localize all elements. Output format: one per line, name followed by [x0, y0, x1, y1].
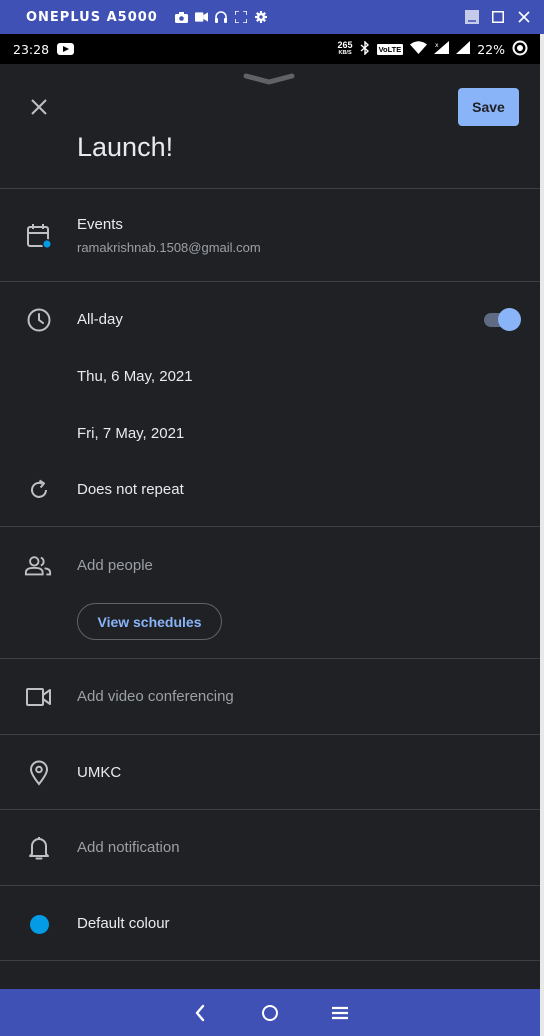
divider [0, 281, 540, 282]
youtube-notification-icon [57, 43, 75, 55]
close-icon[interactable] [26, 94, 52, 120]
video-call-icon [25, 683, 53, 711]
minimize-icon[interactable] [464, 9, 480, 25]
headphones-icon[interactable] [215, 11, 228, 24]
volte-badge: VoLTE [376, 43, 404, 55]
add-people-field[interactable]: Add people [77, 557, 153, 574]
divider [0, 885, 540, 886]
network-speed: 265 KB/S [338, 41, 353, 57]
location-pin-icon [25, 759, 53, 787]
divider [0, 734, 540, 735]
battery-icon [512, 40, 528, 59]
svg-text:x: x [435, 42, 439, 49]
fullscreen-icon[interactable] [235, 11, 248, 24]
calendar-account: ramakrishnab.1508@gmail.com [77, 240, 261, 255]
gear-icon[interactable] [255, 11, 268, 24]
colour-swatch-icon [30, 915, 49, 934]
start-date[interactable]: Thu, 6 May, 2021 [77, 368, 193, 385]
location-value[interactable]: UMKC [77, 764, 121, 781]
phone-screen: 23:28 265 KB/S VoLTE x 22% Save Launch! … [0, 34, 540, 1036]
repeat-option[interactable]: Does not repeat [77, 481, 184, 498]
view-schedules-button[interactable]: View schedules [77, 603, 222, 640]
clock-icon [25, 306, 53, 334]
all-day-toggle[interactable] [484, 307, 522, 331]
close-window-icon[interactable] [516, 9, 532, 25]
navigation-bar [0, 989, 540, 1036]
calendar-icon [25, 222, 53, 250]
video-record-icon[interactable] [194, 11, 208, 24]
divider [0, 658, 540, 659]
end-date[interactable]: Fri, 7 May, 2021 [77, 425, 184, 442]
home-icon[interactable] [259, 1002, 281, 1024]
clock: 23:28 [13, 41, 50, 57]
event-title[interactable]: Launch! [77, 132, 173, 163]
bluetooth-icon [360, 39, 370, 58]
repeat-icon [25, 476, 53, 504]
back-icon[interactable] [189, 1002, 211, 1024]
network-speed-unit: KB/S [338, 50, 352, 56]
people-icon [24, 552, 52, 580]
battery-percent: 22% [477, 41, 505, 57]
add-video-conferencing[interactable]: Add video conferencing [77, 688, 234, 705]
colour-option[interactable]: Default colour [77, 915, 170, 932]
divider [0, 809, 540, 810]
camera-icon[interactable] [174, 11, 188, 24]
divider [0, 960, 540, 961]
signal-icon: x [434, 41, 450, 57]
status-bar: 23:28 265 KB/S VoLTE x 22% [0, 34, 540, 64]
wifi-icon [410, 41, 428, 57]
toggle-knob [498, 308, 521, 331]
emulator-title-bar: ONEPLUS A5000 [0, 0, 544, 34]
bell-icon [25, 834, 53, 862]
divider [0, 526, 540, 527]
signal-icon-2 [456, 41, 471, 57]
add-notification[interactable]: Add notification [77, 839, 180, 856]
divider [0, 188, 540, 189]
drag-handle-icon[interactable] [242, 72, 296, 91]
device-name: ONEPLUS A5000 [26, 9, 158, 25]
recents-menu-icon[interactable] [329, 1002, 351, 1024]
save-button[interactable]: Save [458, 88, 519, 126]
emulator-side-strip [540, 34, 544, 1036]
all-day-label: All-day [77, 311, 123, 328]
maximize-icon[interactable] [490, 9, 506, 25]
calendar-name[interactable]: Events [77, 216, 123, 233]
